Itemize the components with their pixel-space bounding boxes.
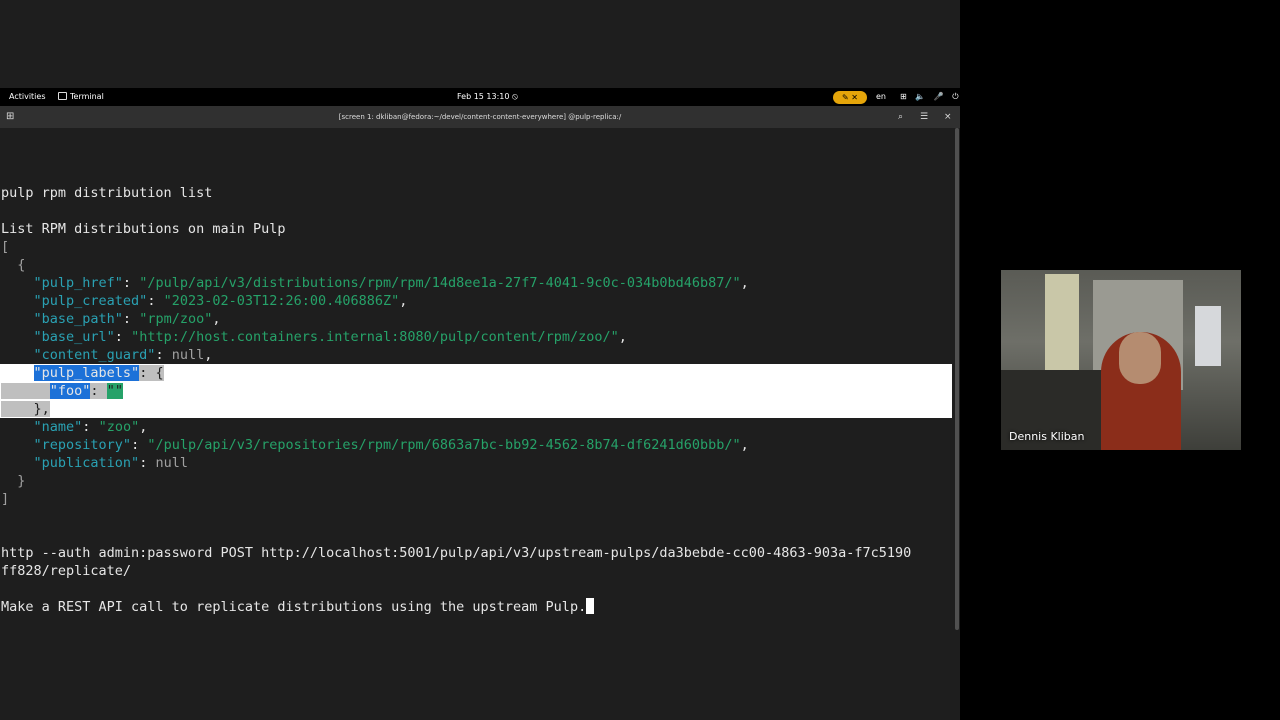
terminal-output[interactable]: pulp rpm distribution list List RPM dist… (0, 128, 954, 630)
terminal-icon (58, 92, 67, 100)
new-tab-icon[interactable]: ⊞ (6, 106, 14, 128)
json-field: "pulp_href": "/pulp/api/v3/distributions… (33, 275, 749, 291)
json-field: "content_guard": null, (33, 347, 213, 363)
do-not-disturb-icon: ⦸ (512, 92, 518, 102)
json-field-selected: "pulp_labels": { (33, 365, 164, 381)
person-head (1119, 332, 1161, 384)
json-brace: { (1, 257, 26, 273)
screen-share-indicator[interactable]: ✎ ✕ (833, 91, 867, 104)
description-line: List RPM distributions on main Pulp (1, 221, 286, 237)
app-menu-terminal[interactable]: Terminal (58, 88, 104, 106)
terminal-titlebar: [screen 1: dkliban@fedora:~/devel/conten… (0, 106, 960, 128)
background-window (1195, 306, 1221, 366)
json-field: "repository": "/pulp/api/v3/repositories… (33, 437, 749, 453)
json-field: "publication": null (33, 455, 188, 471)
window-title: [screen 1: dkliban@fedora:~/devel/conten… (338, 113, 622, 121)
app-name: Terminal (70, 92, 104, 101)
json-field: "pulp_created": "2023-02-03T12:26:00.406… (33, 293, 408, 309)
background-window (1045, 274, 1079, 374)
webcam-video: Dennis Kliban (1001, 270, 1241, 450)
gnome-top-bar: Activities Terminal Feb 15 13:10 ⦸ en ⊞ … (0, 88, 960, 106)
activities-button[interactable]: Activities (9, 88, 46, 106)
system-tray-icons[interactable]: ⊞ 🔈 🎤 ⏻ (900, 88, 962, 106)
participant-name: Dennis Kliban (1009, 430, 1085, 443)
json-field: "name": "zoo", (33, 419, 148, 435)
json-brace: } (1, 473, 26, 489)
text-cursor (586, 598, 595, 614)
command-line: ff828/replicate/ (1, 563, 132, 579)
input-language-indicator[interactable]: en (876, 88, 886, 106)
hamburger-menu-icon[interactable]: ☰ (920, 106, 928, 128)
terminal-scrollbar[interactable] (955, 128, 959, 630)
json-field-selected: }, (1, 400, 50, 418)
command-line: pulp rpm distribution list (1, 185, 213, 201)
search-icon[interactable]: ⌕ (898, 106, 903, 128)
json-bracket: [ (1, 239, 10, 255)
command-line: http --auth admin:password POST http://l… (1, 545, 912, 561)
json-bracket: ] (1, 491, 10, 507)
json-field: "base_path": "rpm/zoo", (33, 311, 221, 327)
clock[interactable]: Feb 15 13:10 (457, 88, 509, 106)
json-field-selected: "foo": "" (1, 382, 123, 400)
close-icon[interactable]: × (944, 106, 952, 128)
json-field: "base_url": "http://host.containers.inte… (33, 329, 627, 345)
description-line: Make a REST API call to replicate distri… (1, 598, 595, 616)
